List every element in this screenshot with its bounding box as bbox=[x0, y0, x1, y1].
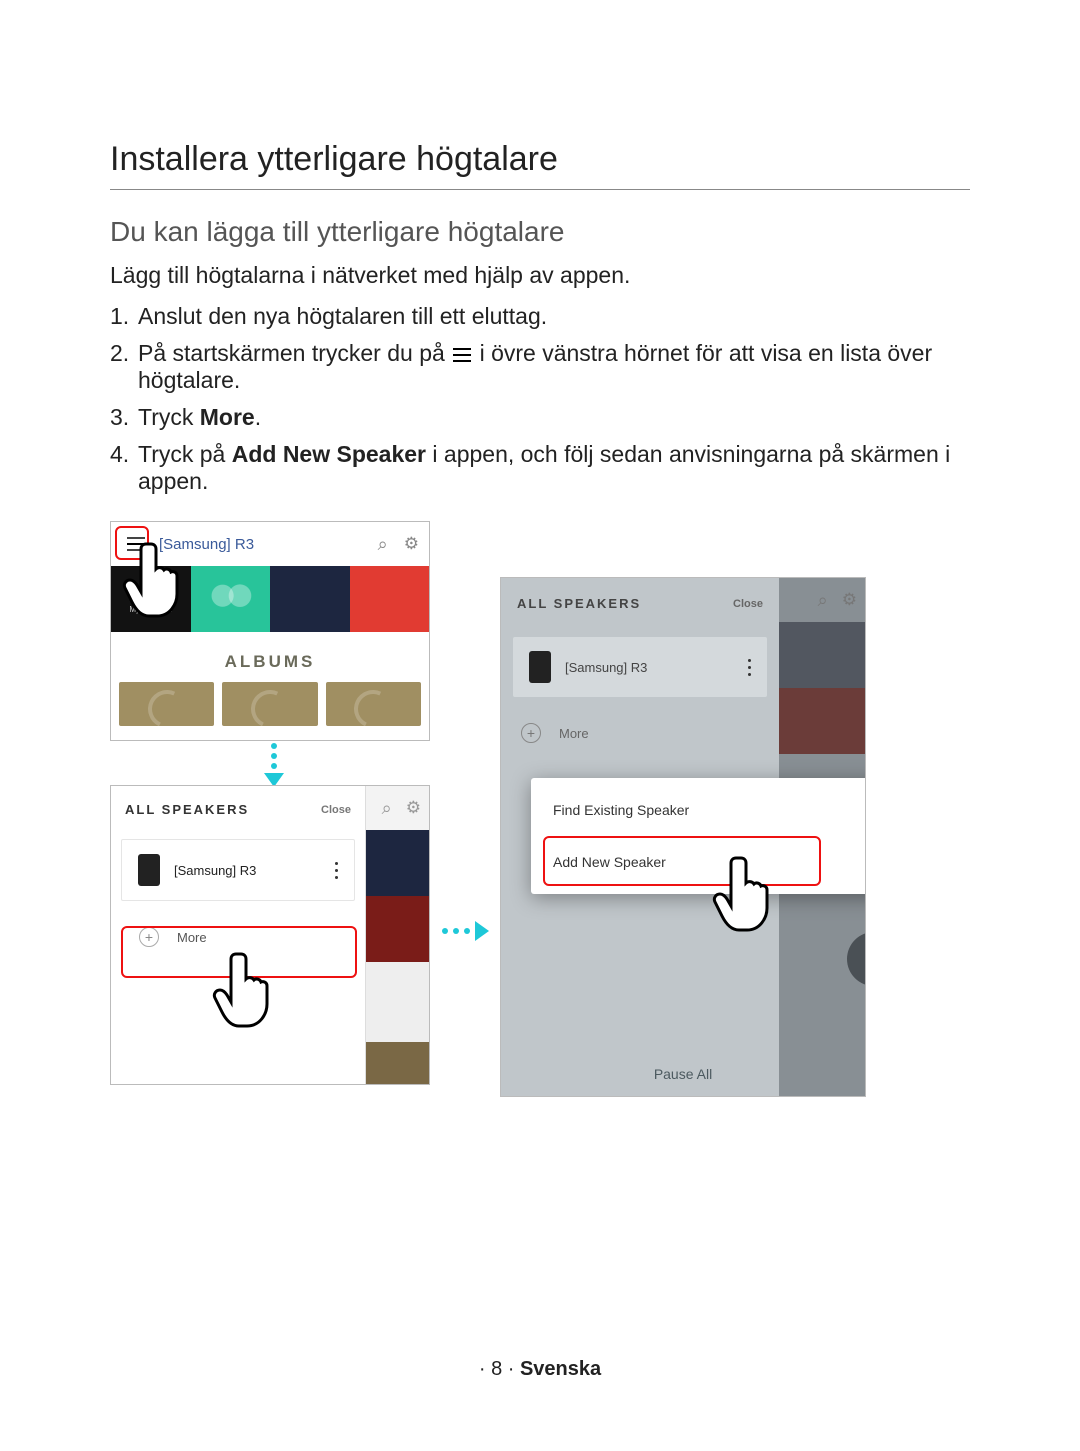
flow-arrow-down bbox=[264, 743, 284, 787]
more-label: More bbox=[559, 726, 589, 741]
album-cover[interactable] bbox=[119, 682, 214, 726]
search-icon[interactable] bbox=[382, 798, 392, 819]
drawer-title: ALL SPEAKERS bbox=[125, 802, 249, 817]
myphone-label: My Phone... bbox=[129, 605, 172, 614]
step-4: Tryck på Add New Speaker i appen, och fö… bbox=[110, 441, 970, 495]
step-1: Anslut den nya högtalaren till ett elutt… bbox=[110, 303, 970, 330]
album-cover[interactable] bbox=[222, 682, 317, 726]
screenshot-2: ALL SPEAKERS Close [Samsung] R3 + More bbox=[110, 785, 430, 1085]
speaker-item[interactable]: [Samsung] R3 bbox=[121, 839, 355, 901]
step-3: Tryck More. bbox=[110, 404, 970, 431]
speaker-icon bbox=[529, 651, 551, 683]
speaker-icon bbox=[138, 854, 160, 886]
step-4-bold: Add New Speaker bbox=[232, 441, 426, 467]
more-button[interactable]: + More bbox=[501, 705, 779, 761]
hamburger-icon bbox=[453, 348, 471, 362]
step-3-c: . bbox=[255, 404, 261, 430]
close-button[interactable]: Close bbox=[733, 598, 763, 610]
highlight-box bbox=[543, 836, 821, 886]
pause-all-button[interactable]: Pause All bbox=[531, 1066, 835, 1082]
album-cover[interactable] bbox=[326, 682, 421, 726]
more-options-icon[interactable] bbox=[748, 659, 751, 676]
flow-arrow-right bbox=[442, 921, 489, 941]
close-button[interactable]: Close bbox=[321, 804, 351, 816]
app-title: [Samsung] R3 bbox=[159, 536, 254, 553]
step-3-bold: More bbox=[200, 404, 255, 430]
intro-text: Lägg till högtalarna i nätverket med hjä… bbox=[110, 262, 970, 289]
footer-dot: · bbox=[502, 1358, 520, 1380]
page-footer: · 8 · Svenska bbox=[0, 1358, 1080, 1381]
page-heading: Installera ytterligare högtalare bbox=[110, 140, 970, 190]
screenshot-1: [Samsung] R3 My Phone... ALBUMS bbox=[110, 521, 430, 741]
step-2-a: På startskärmen trycker du på bbox=[138, 340, 451, 366]
step-2: På startskärmen trycker du på i övre vän… bbox=[110, 340, 970, 394]
highlight-box bbox=[121, 926, 357, 978]
find-existing-speaker-option[interactable]: Find Existing Speaker bbox=[531, 784, 866, 836]
speaker-item[interactable]: [Samsung] R3 bbox=[513, 637, 767, 697]
plus-icon: + bbox=[521, 723, 541, 743]
settings-icon[interactable] bbox=[842, 590, 857, 610]
source-myphone[interactable]: My Phone... bbox=[111, 566, 191, 632]
albums-heading: ALBUMS bbox=[111, 632, 429, 682]
source-tile-4[interactable] bbox=[350, 566, 430, 632]
search-icon[interactable] bbox=[818, 590, 828, 611]
page-number: 8 bbox=[491, 1358, 502, 1380]
settings-icon[interactable] bbox=[404, 534, 419, 555]
source-tile-2[interactable] bbox=[191, 566, 271, 632]
search-icon[interactable] bbox=[378, 534, 388, 555]
step-4-a: Tryck på bbox=[138, 441, 232, 467]
screenshot-area: [Samsung] R3 My Phone... ALBUMS bbox=[110, 521, 970, 1141]
page-subheading: Du kan lägga till ytterligare högtalare bbox=[110, 216, 970, 248]
screenshot-3: ALL SPEAKERS Close [Samsung] R3 + More F… bbox=[500, 577, 866, 1097]
highlight-box bbox=[115, 526, 149, 560]
more-options-icon[interactable] bbox=[335, 862, 338, 879]
footer-language: Svenska bbox=[520, 1358, 601, 1380]
speaker-name: [Samsung] R3 bbox=[565, 660, 647, 675]
speaker-name: [Samsung] R3 bbox=[174, 863, 256, 878]
drawer-title: ALL SPEAKERS bbox=[517, 596, 641, 611]
settings-icon[interactable] bbox=[406, 798, 421, 818]
footer-dot: · bbox=[479, 1358, 491, 1380]
source-tile-3[interactable] bbox=[270, 566, 350, 632]
step-3-a: Tryck bbox=[138, 404, 200, 430]
